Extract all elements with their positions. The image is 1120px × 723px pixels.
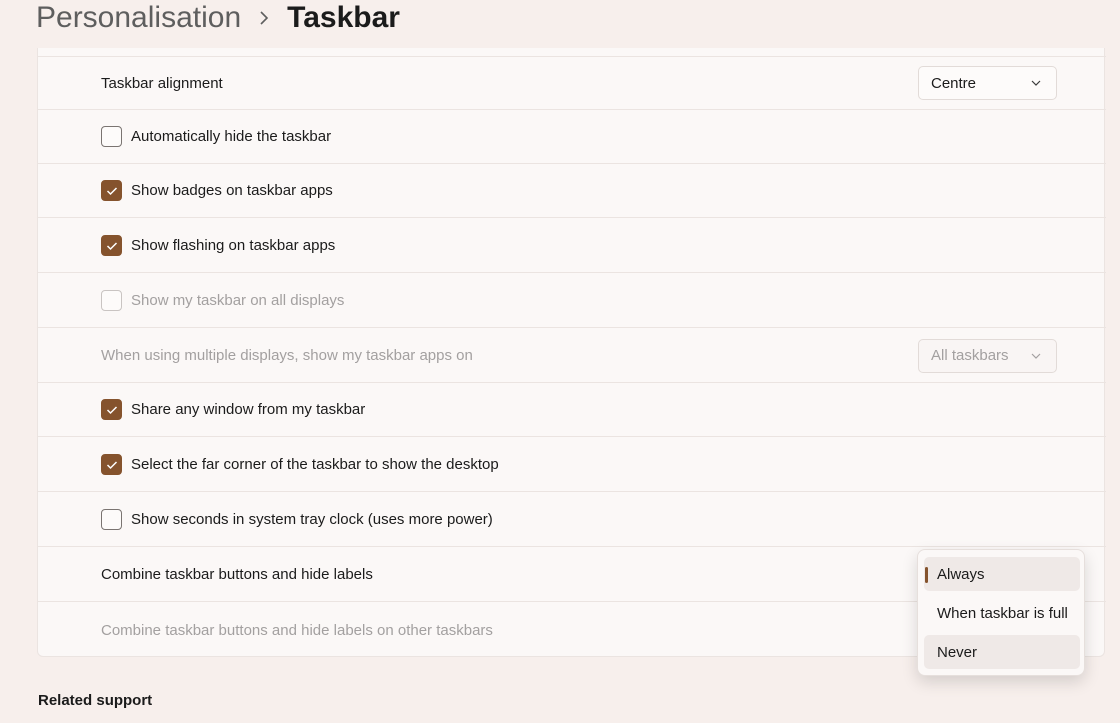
setting-label: Show seconds in system tray clock (uses … (131, 511, 493, 528)
share-window-checkbox[interactable] (101, 399, 122, 420)
setting-label: Taskbar alignment (101, 74, 223, 92)
setting-row-all-displays: Show my taskbar on all displays (38, 274, 1106, 328)
setting-row-show-flashing[interactable]: Show flashing on taskbar apps (38, 219, 1106, 273)
show-badges-checkbox[interactable] (101, 180, 122, 201)
setting-label: Select the far corner of the taskbar to … (131, 456, 499, 473)
setting-label: Show my taskbar on all displays (131, 292, 345, 309)
setting-label: Automatically hide the taskbar (131, 128, 332, 145)
menu-option-label: Always (937, 565, 985, 583)
selection-indicator (925, 567, 928, 583)
setting-row-share-window[interactable]: Share any window from my taskbar (38, 383, 1106, 437)
setting-row-show-badges[interactable]: Show badges on taskbar apps (38, 164, 1106, 218)
setting-row-taskbar-alignment: Taskbar alignment Centre (38, 56, 1106, 110)
related-support-heading: Related support (38, 692, 153, 709)
breadcrumb-parent[interactable]: Personalisation (36, 1, 241, 35)
far-corner-checkbox[interactable] (101, 454, 122, 475)
dropdown-value: Centre (931, 74, 977, 92)
dropdown-value: All taskbars (931, 347, 1009, 364)
multiple-displays-dropdown: All taskbars (918, 338, 1057, 373)
chevron-right-icon (257, 11, 271, 25)
menu-option-when-full[interactable]: When taskbar is full (924, 596, 1080, 630)
setting-row-far-corner[interactable]: Select the far corner of the taskbar to … (38, 438, 1106, 492)
show-seconds-checkbox[interactable] (101, 509, 122, 530)
setting-label: Combine taskbar buttons and hide labels … (101, 621, 493, 639)
menu-option-always[interactable]: Always (924, 557, 1080, 591)
menu-option-never[interactable]: Never (924, 635, 1080, 669)
auto-hide-checkbox[interactable] (101, 126, 122, 147)
chevron-down-icon (1031, 80, 1041, 86)
setting-label: When using multiple displays, show my ta… (101, 347, 473, 364)
chevron-down-icon (1031, 353, 1041, 359)
menu-option-label: Never (937, 643, 978, 661)
setting-label: Combine taskbar buttons and hide labels (101, 566, 373, 583)
all-displays-checkbox (101, 290, 122, 311)
setting-row-auto-hide[interactable]: Automatically hide the taskbar (38, 110, 1106, 164)
combine-buttons-menu: Always When taskbar is full Never (917, 549, 1085, 676)
setting-label: Show flashing on taskbar apps (131, 237, 336, 254)
menu-option-label: When taskbar is full (937, 604, 1068, 622)
setting-row-show-seconds[interactable]: Show seconds in system tray clock (uses … (38, 493, 1106, 547)
setting-label: Show badges on taskbar apps (131, 182, 333, 199)
show-flashing-checkbox[interactable] (101, 235, 122, 256)
setting-row-multiple-displays: When using multiple displays, show my ta… (38, 329, 1106, 383)
page-title: Taskbar (287, 1, 400, 34)
setting-label: Share any window from my taskbar (131, 401, 366, 418)
taskbar-alignment-dropdown[interactable]: Centre (918, 66, 1057, 100)
breadcrumb: Personalisation Taskbar (36, 0, 400, 42)
